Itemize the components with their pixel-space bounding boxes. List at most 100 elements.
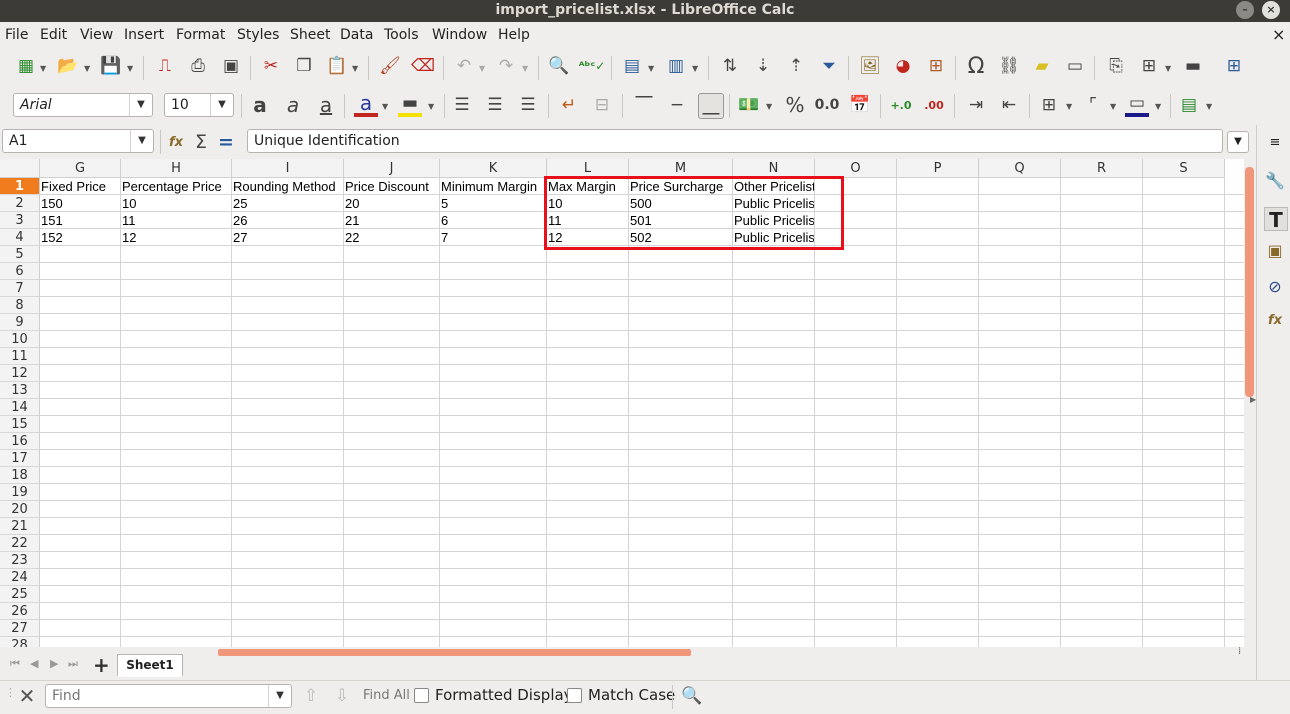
menu-styles[interactable]: Styles [237, 27, 279, 43]
menu-help[interactable]: Help [498, 27, 530, 43]
formula-input[interactable]: Unique Identification [247, 129, 1223, 153]
print-preview-icon[interactable]: ▣ [219, 54, 243, 78]
decrease-indent-icon[interactable]: ⇤ [997, 93, 1021, 117]
cell-h4[interactable]: 12 [121, 229, 231, 246]
delete-decimal-icon[interactable]: .00 [922, 93, 946, 117]
row-icon[interactable]: ▤ [620, 54, 644, 78]
last-sheet-icon[interactable]: ⏭ [68, 657, 78, 671]
bold-icon[interactable]: a [248, 93, 272, 117]
align-bottom-icon[interactable]: ⎽ [698, 93, 724, 119]
highlight-dropdown-icon[interactable]: ▼ [428, 102, 434, 111]
row-header-9[interactable]: 9 [0, 314, 40, 331]
undo-dropdown-icon[interactable]: ▼ [479, 64, 485, 73]
sort-icon[interactable]: ⇅ [718, 54, 742, 78]
chevron-down-icon[interactable]: ▼ [130, 130, 153, 152]
date-format-icon[interactable]: 📅 [848, 93, 872, 117]
print-icon[interactable]: ⎙ [186, 54, 210, 78]
row-header-23[interactable]: 23 [0, 552, 40, 569]
horizontal-scroll-thumb[interactable] [218, 649, 691, 656]
save-dropdown-icon[interactable]: ▼ [127, 64, 133, 73]
insert-chart-icon[interactable]: ◕ [891, 54, 915, 78]
sidebar-menu-icon[interactable]: ≡ [1264, 135, 1286, 157]
currency-dropdown-icon[interactable]: ▼ [766, 102, 772, 111]
number-format-icon[interactable]: 0.0 [815, 93, 840, 117]
sort-descending-icon[interactable]: ⇣ [751, 54, 775, 78]
add-sheet-button[interactable]: + [93, 653, 110, 677]
chevron-down-icon[interactable]: ▼ [210, 94, 233, 116]
find-all-button[interactable]: Find All [363, 688, 410, 703]
hyperlink-icon[interactable]: ⛓ [997, 54, 1021, 78]
row-header-21[interactable]: 21 [0, 518, 40, 535]
font-color-dropdown-icon[interactable]: ▼ [382, 102, 388, 111]
font-color-icon[interactable]: a [354, 91, 378, 117]
find-input[interactable]: Find ▼ [45, 684, 292, 708]
borders-dropdown-icon[interactable]: ▼ [1066, 102, 1072, 111]
row-dropdown-icon[interactable]: ▼ [648, 64, 654, 73]
cell-j1[interactable]: Price Discount [344, 178, 439, 195]
menu-insert[interactable]: Insert [124, 27, 164, 43]
cell-j2[interactable]: 20 [344, 195, 439, 212]
properties-icon[interactable]: T [1264, 207, 1288, 232]
row-header-16[interactable]: 16 [0, 433, 40, 450]
column-header-r[interactable]: R [1061, 159, 1143, 178]
show-draw-functions-icon[interactable]: ⊞ [1222, 54, 1246, 78]
currency-format-icon[interactable]: 💵 [737, 93, 761, 117]
border-color-dropdown-icon[interactable]: ▼ [1155, 102, 1161, 111]
row-header-3[interactable]: 3 [0, 212, 40, 229]
find-previous-icon[interactable]: ⇧ [299, 684, 323, 708]
column-header-q[interactable]: Q [979, 159, 1061, 178]
row-header-22[interactable]: 22 [0, 535, 40, 552]
increase-indent-icon[interactable]: ⇥ [964, 93, 988, 117]
menu-edit[interactable]: Edit [40, 27, 67, 43]
sum-icon[interactable]: Σ [189, 130, 213, 154]
spelling-icon[interactable]: ᴬᵇᶜ✓ [579, 54, 606, 78]
autofilter-icon[interactable]: ⏷ [817, 54, 841, 78]
wrench-icon[interactable]: 🔧 [1264, 171, 1286, 193]
next-sheet-icon[interactable]: ▶ [50, 657, 58, 670]
row-header-27[interactable]: 27 [0, 620, 40, 637]
cell-g1[interactable]: Fixed Price [40, 178, 120, 195]
previous-sheet-icon[interactable]: ◀ [30, 657, 38, 670]
cell-g2[interactable]: 150 [40, 195, 120, 212]
percent-format-icon[interactable]: % [783, 93, 807, 117]
row-header-13[interactable]: 13 [0, 382, 40, 399]
align-left-icon[interactable]: ☰ [450, 93, 474, 117]
insert-image-icon[interactable]: 🖼 [858, 54, 882, 78]
column-dropdown-icon[interactable]: ▼ [692, 64, 698, 73]
border-color-icon[interactable]: ▭ [1125, 93, 1149, 117]
cell-k1[interactable]: Minimum Margin [440, 178, 546, 195]
wrap-text-icon[interactable]: ↵ [557, 93, 581, 117]
column-header-s[interactable]: S [1143, 159, 1225, 178]
row-header-14[interactable]: 14 [0, 399, 40, 416]
column-icon[interactable]: ▥ [664, 54, 688, 78]
special-character-icon[interactable]: Ω [964, 54, 988, 79]
font-size-combo[interactable]: 10 ▼ [164, 93, 234, 117]
row-header-7[interactable]: 7 [0, 280, 40, 297]
chevron-down-icon[interactable]: ▼ [268, 685, 291, 707]
comment-icon[interactable]: ▰ [1030, 54, 1054, 78]
menu-tools[interactable]: Tools [384, 27, 419, 43]
font-name-combo[interactable]: Arial ▼ [13, 93, 153, 117]
align-right-icon[interactable]: ☰ [516, 93, 540, 117]
open-dropdown-icon[interactable]: ▼ [84, 64, 90, 73]
row-header-26[interactable]: 26 [0, 603, 40, 620]
conditional-format-icon[interactable]: ▤ [1177, 93, 1201, 117]
column-header-p[interactable]: P [897, 159, 979, 178]
align-middle-icon[interactable]: − [665, 93, 689, 117]
chevron-down-icon[interactable]: ▼ [129, 94, 152, 116]
border-style-dropdown-icon[interactable]: ▼ [1110, 102, 1116, 111]
save-icon[interactable]: 💾 [99, 54, 123, 78]
row-header-10[interactable]: 10 [0, 331, 40, 348]
expand-formula-bar-button[interactable]: ▼ [1227, 131, 1249, 153]
highlighting-color-icon[interactable]: ▬ [398, 93, 422, 117]
column-header-j[interactable]: J [344, 159, 440, 178]
open-folder-icon[interactable]: 📂 [56, 54, 80, 78]
menu-data[interactable]: Data [340, 27, 373, 43]
cell-h1[interactable]: Percentage Price [121, 178, 231, 195]
underline-icon[interactable]: a [314, 93, 338, 117]
name-box[interactable]: A1 ▼ [2, 129, 154, 153]
cell-i3[interactable]: 26 [232, 212, 343, 229]
close-document-button[interactable]: × [1272, 25, 1285, 44]
italic-icon[interactable]: a [281, 93, 305, 117]
align-center-icon[interactable]: ☰ [483, 93, 507, 117]
